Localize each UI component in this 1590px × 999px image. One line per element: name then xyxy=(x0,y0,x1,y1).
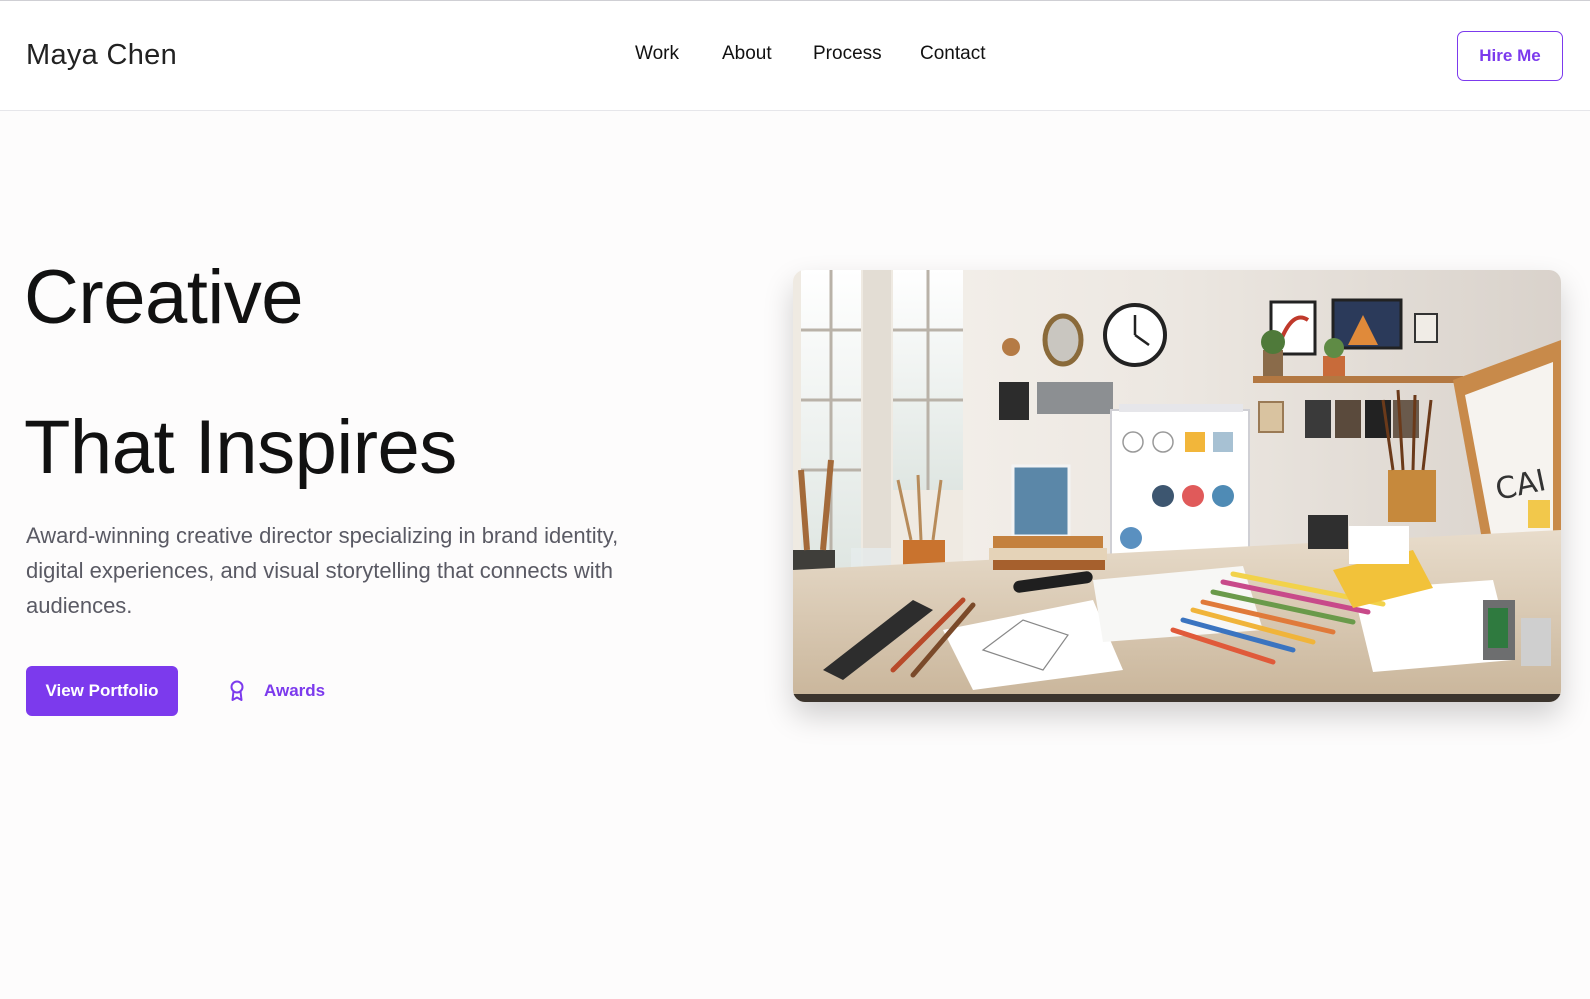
site-header: Maya Chen Work About Process Contact Hir… xyxy=(0,1,1590,111)
hero-title-line-2: That Inspires xyxy=(24,405,457,490)
hire-me-button[interactable]: Hire Me xyxy=(1457,31,1563,81)
awards-label: Awards xyxy=(264,681,326,700)
award-icon xyxy=(228,680,246,702)
view-portfolio-button[interactable]: View Portfolio xyxy=(26,666,178,716)
nav-link-process[interactable]: Process xyxy=(813,43,882,65)
awards-button[interactable]: Awards xyxy=(228,666,325,716)
nav-link-about[interactable]: About xyxy=(722,43,772,65)
hero-description: Award-winning creative director speciali… xyxy=(26,523,619,618)
nav-link-contact[interactable]: Contact xyxy=(920,43,985,65)
hero-studio-image: CAI xyxy=(793,270,1561,702)
hero-title-line-1: Creative xyxy=(24,255,304,340)
nav-link-work[interactable]: Work xyxy=(635,43,679,65)
main-nav: Work About Process Contact xyxy=(0,43,1590,73)
